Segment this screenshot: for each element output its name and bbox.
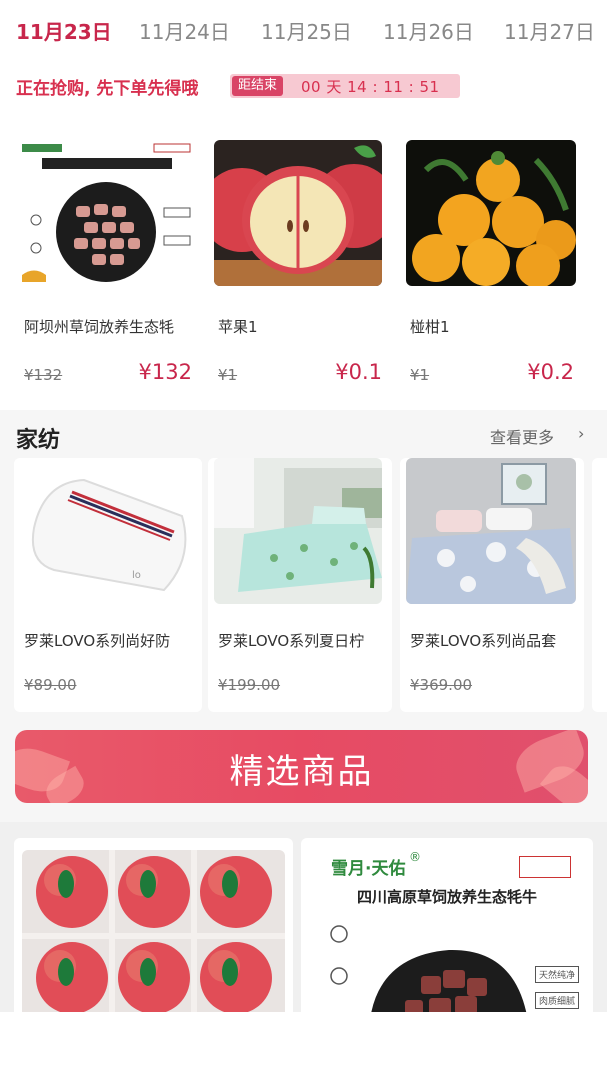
pillow-image: lo [14, 458, 202, 606]
original-price: ¥132 [24, 366, 63, 384]
flash-item-card[interactable]: 椪柑1 ¥1 ¥0.2 [400, 140, 584, 396]
textile-list: lo 罗莱LOVO系列尚好防 ¥89.00 罗莱LOVO系列夏日柠 ¥199.0… [0, 458, 607, 713]
countdown-time: 00 天 14 : 11 : 51 [301, 77, 440, 96]
product-name: 罗莱LOVO系列尚好防 [24, 632, 171, 650]
tag-tender: 肉质细腻 [535, 992, 580, 1009]
textile-item-card[interactable]: 罗莱LOVO系列夏日柠 ¥199.00 [208, 458, 392, 712]
view-more-link[interactable]: 查看更多 [490, 424, 554, 448]
product-name: 罗莱LOVO系列尚品套 [410, 632, 557, 650]
tag-natural: 天然纯净 [535, 966, 580, 983]
sale-price: ¥0.2 [527, 360, 574, 384]
badge [519, 856, 571, 878]
original-price: ¥199.00 [218, 676, 281, 694]
textile-section-title: 家纺 [16, 428, 61, 453]
flash-item-card[interactable]: 阿坝州草饲放养生态牦 ¥132 ¥132 [14, 140, 202, 396]
product-name: 罗莱LOVO系列夏日柠 [218, 632, 365, 650]
flash-sale-list: 阿坝州草饲放养生态牦 ¥132 ¥132 苹果1 ¥1 ¥0.1 椪柑1 ¥1 … [0, 118, 607, 410]
textile-item-card-partial[interactable] [592, 458, 607, 712]
countdown: 距结束 00 天 14 : 11 : 51 [230, 74, 460, 98]
product-name: 阿坝州草饲放养生态牦 [24, 318, 175, 336]
flash-item-card-partial[interactable] [592, 140, 607, 396]
page: 11月23日 11月24日 11月25日 11月26日 11月27日 正在抢购,… [0, 0, 607, 1012]
product-title: 四川高原草饲放养生态牦牛 [357, 888, 538, 906]
product-card[interactable] [14, 838, 293, 1012]
sale-price: ¥132 [138, 360, 192, 384]
date-tab-3[interactable]: 11月25日 [261, 16, 352, 45]
textile-section-header: 家纺 查看更多 › [0, 410, 607, 458]
beef-package-image: 雪月·天佑 ® 四川高原草饲放养生态牦牛 天然纯净 肉质细腻 [309, 846, 585, 1012]
original-price: ¥89.00 [24, 676, 77, 694]
original-price: ¥1 [410, 366, 430, 384]
date-tab-4[interactable]: 11月26日 [383, 16, 474, 45]
orange-image [406, 140, 576, 286]
svg-text:lo: lo [132, 570, 141, 581]
date-tab-2[interactable]: 11月24日 [139, 16, 230, 45]
featured-banner[interactable]: 精选商品 [15, 730, 588, 803]
beef-package-image [14, 140, 202, 290]
countdown-label: 距结束 [232, 76, 284, 96]
chevron-right-icon[interactable]: › [578, 424, 584, 443]
original-price: ¥369.00 [410, 676, 473, 694]
featured-banner-title: 精选商品 [229, 752, 374, 792]
flash-item-card[interactable]: 苹果1 ¥1 ¥0.1 [208, 140, 392, 396]
textile-item-card[interactable]: 罗莱LOVO系列尚品套 ¥369.00 [400, 458, 584, 712]
bedding-set-image [406, 458, 576, 604]
sale-price: ¥0.1 [335, 360, 382, 384]
brand-name: 雪月·天佑 [331, 859, 406, 879]
bed-sheet-image [214, 458, 382, 604]
product-name: 苹果1 [218, 318, 258, 336]
product-card[interactable]: 雪月·天佑 ® 四川高原草饲放养生态牦牛 天然纯净 肉质细腻 [301, 838, 593, 1012]
apple-box-image [22, 850, 285, 1012]
textile-item-card[interactable]: lo 罗莱LOVO系列尚好防 ¥89.00 [14, 458, 202, 712]
original-price: ¥1 [218, 366, 238, 384]
date-tab-1[interactable]: 11月23日 [16, 16, 112, 45]
bottom-area [0, 1012, 607, 1080]
date-tabs: 11月23日 11月24日 11月25日 11月26日 11月27日 [0, 0, 607, 58]
product-name: 椪柑1 [410, 318, 450, 336]
registered-mark-icon: ® [409, 850, 421, 864]
date-tab-5[interactable]: 11月27日 [504, 16, 595, 45]
apple-image [214, 140, 382, 286]
product-grid: 雪月·天佑 ® 四川高原草饲放养生态牦牛 天然纯净 肉质细腻 [0, 822, 607, 1012]
flash-sale-title: 正在抢购, 先下单先得哦 [16, 79, 199, 99]
